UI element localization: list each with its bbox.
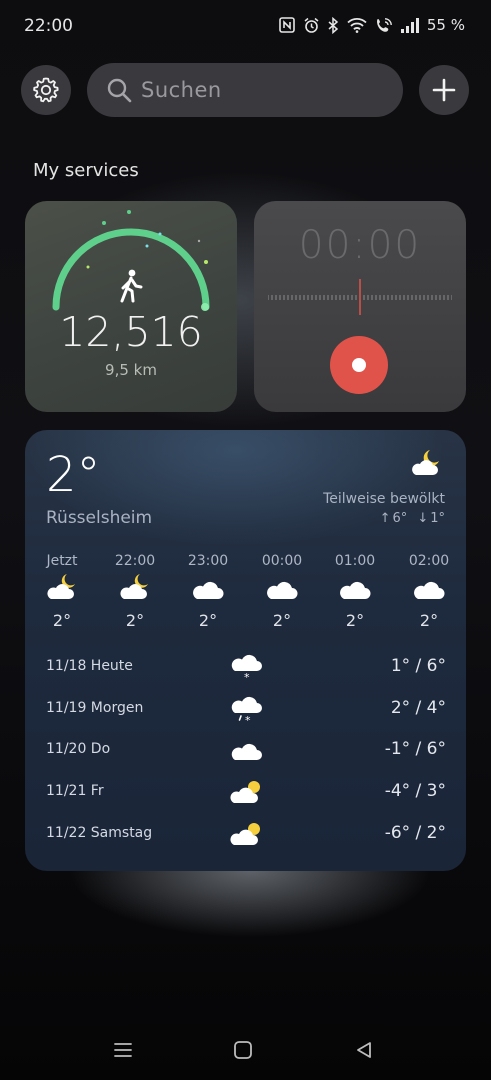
home-icon[interactable] bbox=[233, 1040, 253, 1060]
daily-day: 11/21 Fr bbox=[46, 783, 104, 799]
cloud-icon bbox=[231, 743, 262, 760]
hourly-item: 02:00 2° bbox=[399, 553, 459, 630]
hourly-item: 01:00 2° bbox=[325, 553, 385, 630]
daily-day: 11/19 Morgen bbox=[46, 700, 144, 716]
recorder-card[interactable]: 00:00 bbox=[254, 201, 466, 412]
hourly-time: 00:00 bbox=[261, 553, 303, 569]
back-icon[interactable] bbox=[354, 1040, 374, 1060]
cloud-icon bbox=[414, 581, 445, 599]
hourly-temp: 2° bbox=[272, 611, 292, 630]
record-button[interactable] bbox=[330, 336, 388, 394]
arrow-up-icon: ↑ bbox=[379, 511, 391, 526]
hourly-time: 02:00 bbox=[408, 553, 450, 569]
add-button[interactable] bbox=[419, 65, 469, 115]
signal-icon bbox=[400, 17, 419, 33]
gear-icon bbox=[33, 77, 59, 103]
step-progress-arc bbox=[52, 210, 210, 311]
record-icon bbox=[352, 358, 366, 372]
step-count: 12,516 bbox=[59, 308, 203, 356]
daily-temps: -4° / 3° bbox=[384, 781, 446, 801]
hourly-temp: 2° bbox=[345, 611, 365, 630]
svg-text:*: * bbox=[244, 671, 250, 682]
cloud-icon bbox=[340, 581, 371, 599]
recorder-time: 00:00 bbox=[298, 223, 422, 268]
weather-high: 6° bbox=[392, 511, 408, 526]
daily-temps: 2° / 4° bbox=[390, 698, 446, 718]
status-time: 22:00 bbox=[24, 16, 73, 36]
hourly-time: Jetzt bbox=[46, 553, 78, 569]
hourly-item: 23:00 2° bbox=[178, 553, 238, 630]
alarm-icon bbox=[304, 17, 319, 33]
cloud-icon bbox=[193, 581, 224, 599]
step-counter-card[interactable]: 12,516 9,5 km bbox=[25, 201, 237, 412]
daily-temps: -6° / 2° bbox=[384, 823, 446, 843]
snow-icon: * bbox=[231, 654, 262, 682]
nfc-icon bbox=[279, 17, 295, 33]
hourly-time: 22:00 bbox=[114, 553, 156, 569]
hourly-time: 01:00 bbox=[334, 553, 376, 569]
svg-text:*: * bbox=[245, 714, 251, 724]
weather-low: 1° bbox=[430, 511, 445, 526]
menu-icon[interactable] bbox=[112, 1040, 134, 1060]
hourly-item: 22:00 2° bbox=[105, 553, 165, 630]
cloud-icon bbox=[267, 581, 298, 599]
partly-cloudy-day-icon bbox=[230, 781, 260, 803]
settings-button[interactable] bbox=[21, 65, 71, 115]
wifi-icon bbox=[347, 18, 367, 33]
daily-row: 11/22 Samstag -6° / 2° bbox=[46, 819, 446, 849]
daily-temps: 1° / 6° bbox=[390, 656, 446, 676]
weather-card[interactable]: 2° Rüsselsheim Teilweise bewölkt ↑ 6° ↓ 1°… bbox=[25, 430, 466, 871]
daily-day: 11/22 Samstag bbox=[46, 825, 153, 841]
daily-row: 11/18 Heute * 1° / 6° bbox=[46, 652, 446, 682]
daily-row: 11/20 Do -1° / 6° bbox=[46, 735, 446, 765]
status-icons: 55 % bbox=[279, 16, 465, 34]
partly-cloudy-night-icon bbox=[120, 574, 148, 599]
daily-row: 11/21 Fr -4° / 3° bbox=[46, 777, 446, 807]
daily-temps: -1° / 6° bbox=[384, 739, 446, 759]
weather-city: Rüsselsheim bbox=[46, 508, 153, 528]
bluetooth-icon bbox=[328, 16, 339, 34]
arrow-down-icon: ↓ bbox=[417, 511, 429, 526]
partly-cloudy-day-icon bbox=[230, 823, 260, 845]
walking-icon bbox=[120, 269, 143, 303]
recorder-waveform bbox=[268, 279, 452, 315]
sleet-icon: * bbox=[231, 696, 262, 724]
step-distance: 9,5 km bbox=[105, 361, 157, 379]
hourly-temp: 2° bbox=[198, 611, 218, 630]
hourly-temp: 2° bbox=[125, 611, 145, 630]
partly-cloudy-night-icon bbox=[47, 574, 75, 599]
section-title: My services bbox=[33, 160, 139, 181]
wifi-call-icon bbox=[376, 17, 392, 32]
search-input[interactable]: Suchen bbox=[141, 78, 222, 102]
search-icon bbox=[107, 78, 132, 103]
daily-row: 11/19 Morgen * 2° / 4° bbox=[46, 694, 446, 724]
weather-condition: Teilweise bewölkt bbox=[323, 491, 445, 507]
partly-cloudy-night-icon bbox=[412, 450, 439, 475]
weather-current-temp: 2° bbox=[46, 447, 101, 503]
hourly-temp: 2° bbox=[52, 611, 72, 630]
plus-icon bbox=[432, 78, 456, 102]
hourly-item: 00:00 2° bbox=[252, 553, 312, 630]
hourly-temp: 2° bbox=[419, 611, 439, 630]
weather-high-low: ↑ 6° ↓ 1° bbox=[380, 511, 445, 526]
daily-day: 11/20 Do bbox=[46, 741, 111, 757]
hourly-time: 23:00 bbox=[187, 553, 229, 569]
battery-level: 55 % bbox=[426, 16, 465, 34]
search-bar[interactable]: Suchen bbox=[87, 63, 403, 117]
hourly-item: Jetzt 2° bbox=[32, 553, 92, 630]
daily-day: 11/18 Heute bbox=[46, 658, 133, 674]
